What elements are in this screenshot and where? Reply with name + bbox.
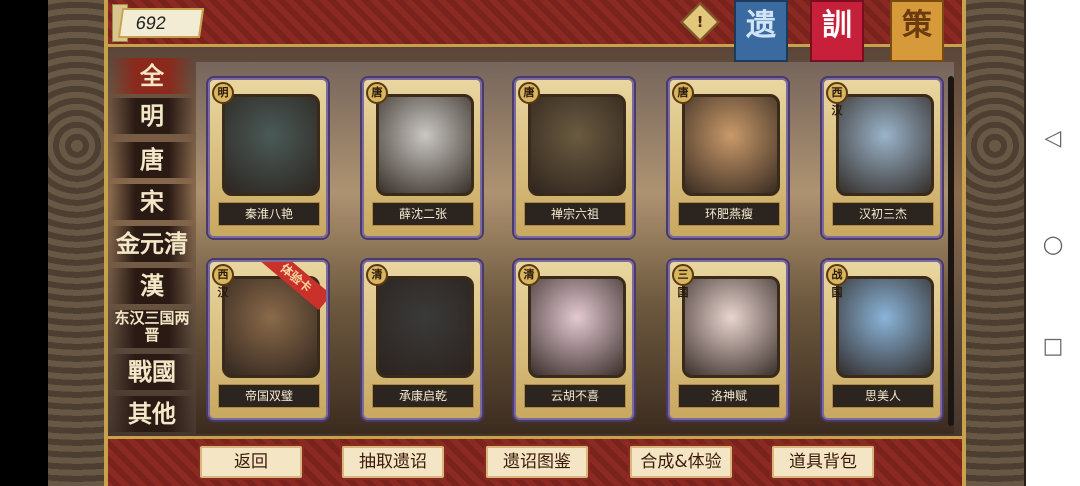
- era-badge: 战国: [826, 264, 848, 299]
- draw-edict-button[interactable]: 抽取遗诏: [340, 444, 446, 480]
- banner-ce[interactable]: 策: [890, 0, 944, 62]
- era-badge: 三国: [672, 264, 694, 299]
- synthesize-button[interactable]: 合成&体验: [628, 444, 734, 480]
- card[interactable]: 西汉 汉初三杰: [822, 78, 942, 238]
- inventory-button[interactable]: 道具背包: [770, 444, 876, 480]
- card-name: 环肥燕瘦: [678, 202, 780, 226]
- category-song[interactable]: 宋: [110, 184, 194, 220]
- category-zhanguo[interactable]: 戰國: [110, 354, 194, 390]
- category-han[interactable]: 漢: [110, 268, 194, 304]
- category-all[interactable]: 全: [110, 58, 194, 94]
- card-name: 汉初三杰: [832, 202, 934, 226]
- portrait: [836, 94, 934, 196]
- era-badge: 唐: [672, 82, 694, 104]
- portrait: [222, 94, 320, 196]
- card-name: 禅宗六祖: [524, 202, 626, 226]
- home-nav-icon[interactable]: ○: [1042, 230, 1064, 258]
- right-ornament-panel: [966, 0, 1024, 486]
- category-jin-yuan-qing[interactable]: 金元清: [110, 226, 194, 262]
- card-name: 秦淮八艳: [218, 202, 320, 226]
- card[interactable]: 明 秦淮八艳: [208, 78, 328, 238]
- card[interactable]: 清 承康启乾: [362, 260, 482, 420]
- portrait: [836, 276, 934, 378]
- left-letterbox: [0, 0, 48, 486]
- card[interactable]: 西汉 体验卡 帝国双璧: [208, 260, 328, 420]
- portrait: [528, 276, 626, 378]
- category-tang[interactable]: 唐: [110, 142, 194, 178]
- card[interactable]: 唐 环肥燕瘦: [668, 78, 788, 238]
- card-name: 承康启乾: [372, 384, 474, 408]
- card-name: 帝国双璧: [218, 384, 320, 408]
- portrait: [376, 276, 474, 378]
- edict-catalog-button[interactable]: 遗诏图鉴: [484, 444, 590, 480]
- card-name: 思美人: [832, 384, 934, 408]
- portrait: [682, 276, 780, 378]
- category-ming[interactable]: 明: [110, 98, 194, 134]
- era-badge: 明: [212, 82, 234, 104]
- currency-counter: 692: [117, 8, 205, 38]
- card[interactable]: 唐 薛沈二张: [362, 78, 482, 238]
- recents-nav-icon[interactable]: □: [1042, 334, 1064, 359]
- portrait: [376, 94, 474, 196]
- card-name: 洛神赋: [678, 384, 780, 408]
- era-badge: 清: [518, 264, 540, 286]
- banner-yi[interactable]: 遗: [734, 0, 788, 62]
- card-name: 云胡不喜: [524, 384, 626, 408]
- category-other[interactable]: 其他: [110, 396, 194, 432]
- banner-xun[interactable]: 訓: [810, 0, 864, 62]
- card-name: 薛沈二张: [372, 202, 474, 226]
- alert-glyph: !: [696, 13, 704, 31]
- era-badge: 唐: [366, 82, 388, 104]
- portrait: [528, 94, 626, 196]
- game-screen: 692 ! 遗 訓 策 全 明 唐 宋 金元清 漢 东汉三国两晋 戰國 其他 明…: [0, 0, 1026, 486]
- card[interactable]: 唐 禅宗六祖: [514, 78, 634, 238]
- card[interactable]: 战国 思美人: [822, 260, 942, 420]
- back-button[interactable]: 返回: [198, 444, 304, 480]
- left-ornament-panel: [48, 0, 106, 486]
- era-badge: 唐: [518, 82, 540, 104]
- era-badge: 西汉: [826, 82, 848, 117]
- scrollbar[interactable]: [948, 76, 954, 426]
- category-donghan-sanguo[interactable]: 东汉三国两晋: [110, 310, 194, 348]
- portrait: [682, 94, 780, 196]
- back-nav-icon[interactable]: ◁: [1042, 126, 1064, 151]
- era-badge: 西汉: [212, 264, 234, 299]
- android-nav-bar: ◁ ○ □: [1026, 0, 1080, 486]
- card[interactable]: 清 云胡不喜: [514, 260, 634, 420]
- era-badge: 清: [366, 264, 388, 286]
- card[interactable]: 三国 洛神赋: [668, 260, 788, 420]
